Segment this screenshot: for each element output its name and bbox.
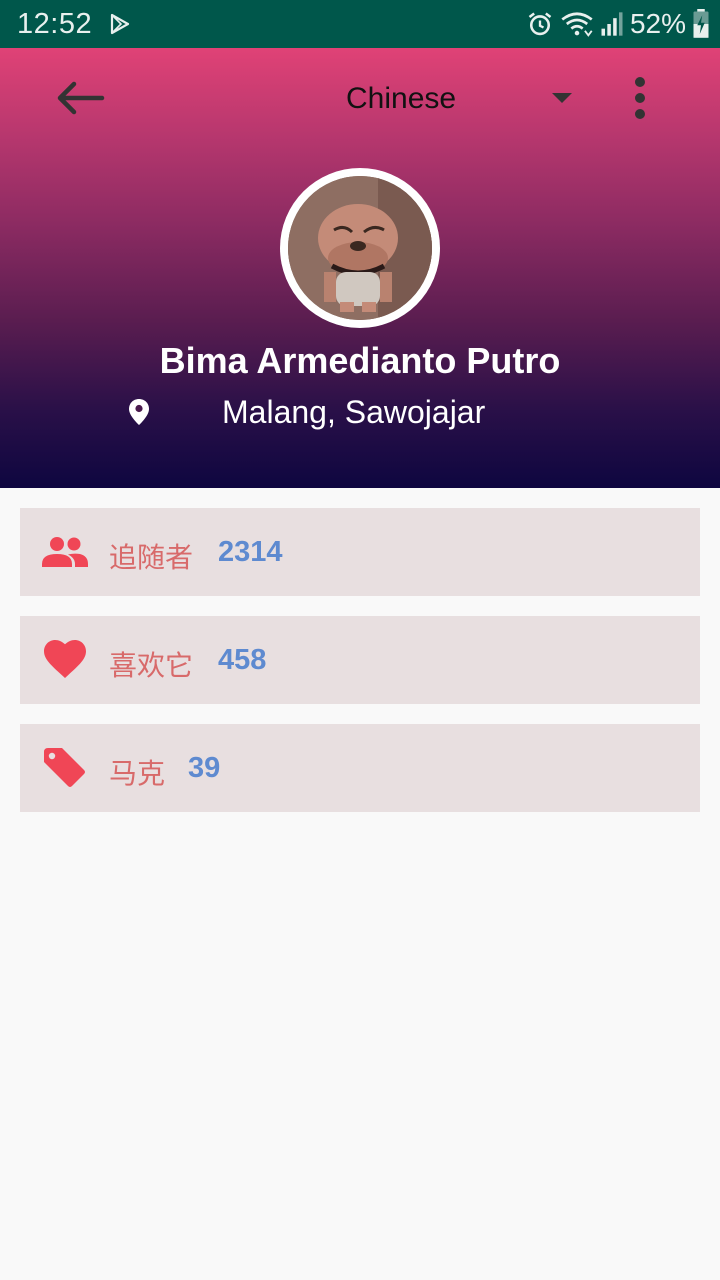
stat-card-followers[interactable]: 追随者 2314 [20,508,700,596]
avatar[interactable] [280,168,440,328]
stat-value: 458 [218,644,267,676]
stat-value: 39 [188,752,221,784]
stat-card-likes[interactable]: 喜欢它 458 [20,616,700,704]
status-time: 12:52 [17,8,93,40]
status-bar: 12:52 52% [0,0,720,48]
tag-icon [44,748,85,787]
alarm-icon [528,12,552,36]
battery-percent: 52% [629,8,686,39]
language-selected: Chinese [346,82,457,115]
avatar-image [288,176,432,320]
status-icons: 52% [526,8,710,40]
stat-card-marks[interactable]: 马克 39 [20,724,700,812]
dropdown-arrow-icon [552,93,572,103]
location-pin-icon [129,399,149,425]
more-vert-icon[interactable] [624,74,656,122]
user-location: Malang, Sawojajar [222,394,486,430]
stat-label: 喜欢它 [109,650,194,681]
profile-header: Chinese Bima Armedianto Putro Malang, Sa… [0,48,720,488]
stat-label: 马克 [109,758,166,789]
people-icon [42,537,88,567]
battery-charging-icon [693,9,709,38]
language-dropdown[interactable]: Chinese [346,78,586,122]
stat-value: 2314 [218,536,283,568]
user-name: Bima Armedianto Putro [159,340,561,381]
signal-icon [601,12,623,36]
arrow-back-icon[interactable] [52,78,108,118]
stat-label: 追随者 [109,542,194,573]
wifi-icon [561,12,593,37]
heart-icon [44,640,86,678]
play-store-icon [110,13,130,35]
